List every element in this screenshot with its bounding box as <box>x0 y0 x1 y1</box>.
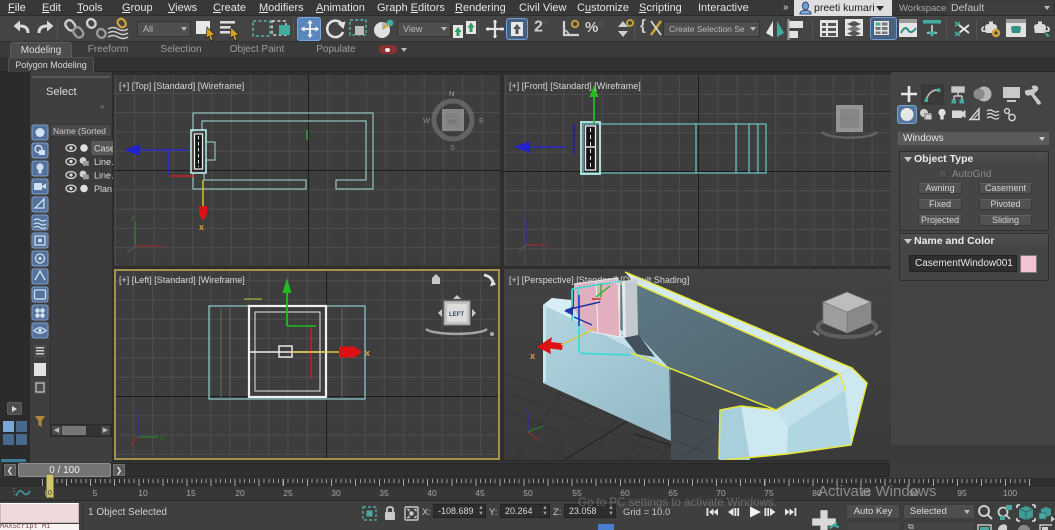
svg-text:x: x <box>199 222 204 232</box>
svg-text:top: top <box>448 119 456 125</box>
svg-text:x: x <box>546 243 550 250</box>
svg-text:Line…: Line… <box>94 157 113 167</box>
svg-text:x: x <box>365 348 370 358</box>
svg-text:z: z <box>134 406 138 413</box>
svg-text:z: z <box>522 213 526 220</box>
svg-text:y: y <box>160 435 164 442</box>
svg-text:S: S <box>450 143 455 152</box>
svg-text:x: x <box>530 351 535 361</box>
svg-text:W: W <box>423 116 431 125</box>
svg-text:z: z <box>524 406 528 413</box>
svg-text:Case: Case <box>94 144 113 154</box>
svg-text:N: N <box>449 89 454 98</box>
svg-text:x: x <box>161 244 165 251</box>
svg-text:E: E <box>479 116 484 125</box>
svg-text:y: y <box>131 215 135 222</box>
svg-text:front: front <box>842 117 853 123</box>
svg-text:Plan…: Plan… <box>94 184 113 194</box>
svg-text:LEFT: LEFT <box>449 312 464 318</box>
svg-text:Line…: Line… <box>94 171 113 181</box>
